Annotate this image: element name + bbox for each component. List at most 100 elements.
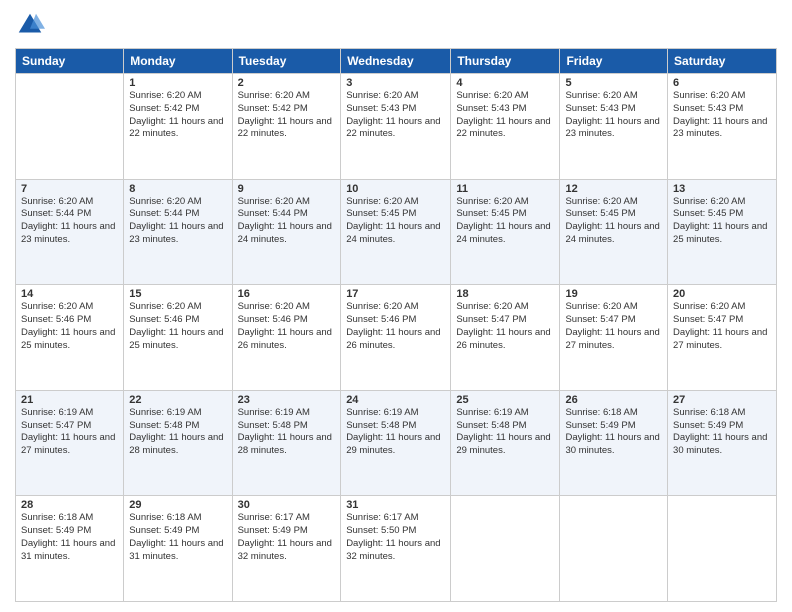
calendar-cell: 2Sunrise: 6:20 AMSunset: 5:42 PMDaylight… <box>232 74 341 180</box>
calendar-cell: 18Sunrise: 6:20 AMSunset: 5:47 PMDayligh… <box>451 285 560 391</box>
header-saturday: Saturday <box>668 49 777 74</box>
day-info: Sunrise: 6:17 AMSunset: 5:49 PMDaylight:… <box>238 512 336 563</box>
logo <box>15 10 49 40</box>
header-tuesday: Tuesday <box>232 49 341 74</box>
day-info: Sunrise: 6:20 AMSunset: 5:45 PMDaylight:… <box>673 196 771 247</box>
day-info: Sunrise: 6:18 AMSunset: 5:49 PMDaylight:… <box>673 407 771 458</box>
day-info: Sunrise: 6:20 AMSunset: 5:45 PMDaylight:… <box>346 196 445 247</box>
header-wednesday: Wednesday <box>341 49 451 74</box>
day-number: 24 <box>346 394 445 406</box>
day-number: 21 <box>21 394 118 406</box>
day-number: 6 <box>673 77 771 89</box>
calendar-cell: 5Sunrise: 6:20 AMSunset: 5:43 PMDaylight… <box>560 74 668 180</box>
calendar-cell: 9Sunrise: 6:20 AMSunset: 5:44 PMDaylight… <box>232 179 341 285</box>
calendar-cell: 21Sunrise: 6:19 AMSunset: 5:47 PMDayligh… <box>16 390 124 496</box>
day-number: 11 <box>456 183 554 195</box>
day-number: 19 <box>565 288 662 300</box>
calendar-cell: 6Sunrise: 6:20 AMSunset: 5:43 PMDaylight… <box>668 74 777 180</box>
day-number: 13 <box>673 183 771 195</box>
calendar-cell: 16Sunrise: 6:20 AMSunset: 5:46 PMDayligh… <box>232 285 341 391</box>
day-number: 20 <box>673 288 771 300</box>
header-thursday: Thursday <box>451 49 560 74</box>
calendar-week-row: 21Sunrise: 6:19 AMSunset: 5:47 PMDayligh… <box>16 390 777 496</box>
calendar-cell: 31Sunrise: 6:17 AMSunset: 5:50 PMDayligh… <box>341 496 451 602</box>
calendar-cell: 27Sunrise: 6:18 AMSunset: 5:49 PMDayligh… <box>668 390 777 496</box>
day-number: 29 <box>129 499 226 511</box>
page: Sunday Monday Tuesday Wednesday Thursday… <box>0 0 792 612</box>
day-number: 16 <box>238 288 336 300</box>
day-info: Sunrise: 6:20 AMSunset: 5:43 PMDaylight:… <box>565 90 662 141</box>
day-info: Sunrise: 6:20 AMSunset: 5:47 PMDaylight:… <box>456 301 554 352</box>
calendar-cell: 14Sunrise: 6:20 AMSunset: 5:46 PMDayligh… <box>16 285 124 391</box>
day-info: Sunrise: 6:19 AMSunset: 5:48 PMDaylight:… <box>238 407 336 458</box>
day-info: Sunrise: 6:20 AMSunset: 5:44 PMDaylight:… <box>129 196 226 247</box>
calendar-cell: 17Sunrise: 6:20 AMSunset: 5:46 PMDayligh… <box>341 285 451 391</box>
calendar-cell: 12Sunrise: 6:20 AMSunset: 5:45 PMDayligh… <box>560 179 668 285</box>
day-info: Sunrise: 6:17 AMSunset: 5:50 PMDaylight:… <box>346 512 445 563</box>
calendar-week-row: 28 Sunrise: 6:18 AMSunset: 5:49 PMDayligh… <box>16 496 777 602</box>
calendar-week-row: 7Sunrise: 6:20 AMSunset: 5:44 PMDaylight… <box>16 179 777 285</box>
day-info: Sunrise: 6:20 AMSunset: 5:44 PMDaylight:… <box>238 196 336 247</box>
calendar-cell: 7Sunrise: 6:20 AMSunset: 5:44 PMDaylight… <box>16 179 124 285</box>
calendar-cell: 13Sunrise: 6:20 AMSunset: 5:45 PMDayligh… <box>668 179 777 285</box>
calendar-header-row: Sunday Monday Tuesday Wednesday Thursday… <box>16 49 777 74</box>
day-number: 30 <box>238 499 336 511</box>
header-sunday: Sunday <box>16 49 124 74</box>
day-number: 9 <box>238 183 336 195</box>
day-number: 27 <box>673 394 771 406</box>
day-info: Sunrise: 6:19 AMSunset: 5:48 PMDaylight:… <box>456 407 554 458</box>
day-info: Sunrise: 6:20 AMSunset: 5:47 PMDaylight:… <box>673 301 771 352</box>
day-info: Sunrise: 6:20 AMSunset: 5:46 PMDaylight:… <box>21 301 118 352</box>
calendar-cell: 23Sunrise: 6:19 AMSunset: 5:48 PMDayligh… <box>232 390 341 496</box>
day-info: Sunrise: 6:20 AMSunset: 5:46 PMDaylight:… <box>346 301 445 352</box>
day-number: 8 <box>129 183 226 195</box>
day-number: 15 <box>129 288 226 300</box>
day-number: 10 <box>346 183 445 195</box>
day-info: Sunrise: 6:20 AMSunset: 5:44 PMDaylight:… <box>21 196 118 247</box>
calendar-cell: 3Sunrise: 6:20 AMSunset: 5:43 PMDaylight… <box>341 74 451 180</box>
calendar-cell <box>16 74 124 180</box>
day-number: 2 <box>238 77 336 89</box>
header <box>15 10 777 40</box>
day-info: Sunrise: 6:20 AMSunset: 5:46 PMDaylight:… <box>238 301 336 352</box>
day-number: 28 <box>21 499 118 511</box>
day-info: Sunrise: 6:20 AMSunset: 5:43 PMDaylight:… <box>456 90 554 141</box>
calendar-cell: 28Sunrise: 6:18 AMSunset: 5:49 PMDayligh… <box>16 496 124 602</box>
day-number: 7 <box>21 183 118 195</box>
day-number: 23 <box>238 394 336 406</box>
day-info: Sunrise: 6:20 AMSunset: 5:47 PMDaylight:… <box>565 301 662 352</box>
day-number: 4 <box>456 77 554 89</box>
header-friday: Friday <box>560 49 668 74</box>
logo-icon <box>15 10 45 40</box>
day-number: 26 <box>565 394 662 406</box>
day-info: Sunrise: 6:19 AMSunset: 5:48 PMDaylight:… <box>346 407 445 458</box>
day-info: Sunrise: 6:18 AMSunset: 5:49 PMDaylight:… <box>565 407 662 458</box>
calendar-cell: 24Sunrise: 6:19 AMSunset: 5:48 PMDayligh… <box>341 390 451 496</box>
day-info: Sunrise: 6:19 AMSunset: 5:47 PMDaylight:… <box>21 407 118 458</box>
calendar-cell: 25Sunrise: 6:19 AMSunset: 5:48 PMDayligh… <box>451 390 560 496</box>
day-number: 18 <box>456 288 554 300</box>
calendar-cell: 29Sunrise: 6:18 AMSunset: 5:49 PMDayligh… <box>124 496 232 602</box>
day-number: 17 <box>346 288 445 300</box>
calendar-cell: 8Sunrise: 6:20 AMSunset: 5:44 PMDaylight… <box>124 179 232 285</box>
calendar-cell: 15Sunrise: 6:20 AMSunset: 5:46 PMDayligh… <box>124 285 232 391</box>
calendar-cell <box>451 496 560 602</box>
calendar-week-row: 1Sunrise: 6:20 AMSunset: 5:42 PMDaylight… <box>16 74 777 180</box>
day-number: 1 <box>129 77 226 89</box>
day-number: 12 <box>565 183 662 195</box>
calendar-cell: 26Sunrise: 6:18 AMSunset: 5:49 PMDayligh… <box>560 390 668 496</box>
day-info: Sunrise: 6:20 AMSunset: 5:45 PMDaylight:… <box>565 196 662 247</box>
day-number: 3 <box>346 77 445 89</box>
calendar-table: Sunday Monday Tuesday Wednesday Thursday… <box>15 48 777 602</box>
day-info: Sunrise: 6:20 AMSunset: 5:46 PMDaylight:… <box>129 301 226 352</box>
calendar-cell: 22Sunrise: 6:19 AMSunset: 5:48 PMDayligh… <box>124 390 232 496</box>
calendar-week-row: 14Sunrise: 6:20 AMSunset: 5:46 PMDayligh… <box>16 285 777 391</box>
header-monday: Monday <box>124 49 232 74</box>
day-number: 31 <box>346 499 445 511</box>
day-info: Sunrise: 6:20 AMSunset: 5:42 PMDaylight:… <box>238 90 336 141</box>
day-info: Sunrise: 6:20 AMSunset: 5:42 PMDaylight:… <box>129 90 226 141</box>
calendar-cell: 4Sunrise: 6:20 AMSunset: 5:43 PMDaylight… <box>451 74 560 180</box>
day-number: 5 <box>565 77 662 89</box>
calendar-cell <box>668 496 777 602</box>
day-info: Sunrise: 6:18 AMSunset: 5:49 PMDaylight:… <box>129 512 226 563</box>
